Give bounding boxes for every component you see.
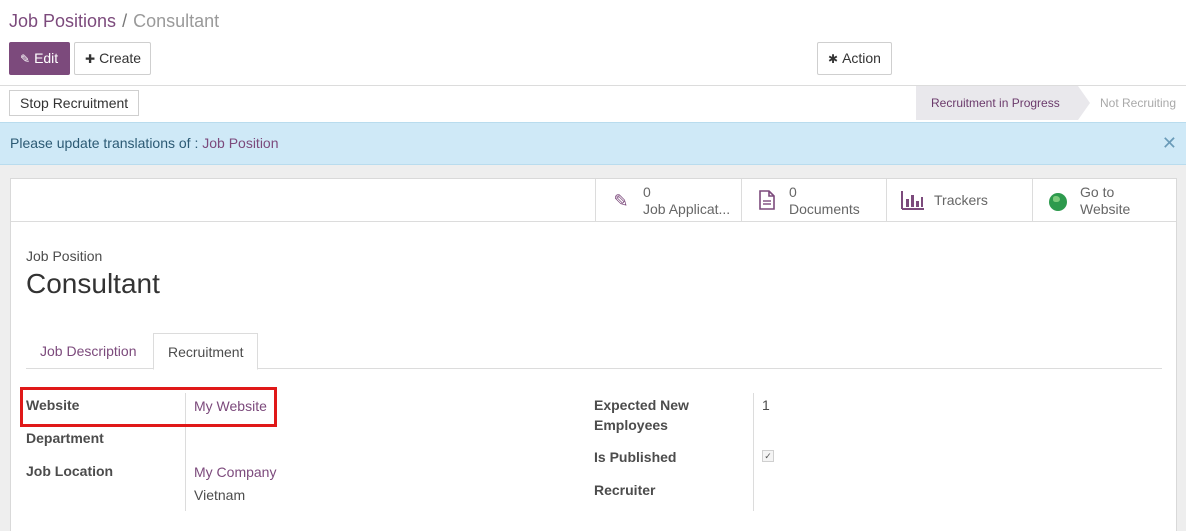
- expected-employees-label: Expected New Employees: [594, 395, 689, 435]
- website-label: Website: [1080, 201, 1131, 217]
- right-column-divider: [753, 393, 754, 511]
- notice-text: Please update translations of :: [10, 135, 199, 151]
- job-location-country: Vietnam: [194, 487, 246, 503]
- close-icon[interactable]: ✕: [1162, 123, 1177, 164]
- expected-employees-label-line2: Employees: [594, 417, 668, 433]
- action-label: Action: [842, 50, 881, 66]
- job-applications-label: Job Applicat...: [643, 201, 731, 217]
- job-location-company[interactable]: My Company: [194, 462, 276, 482]
- is-published-checkbox[interactable]: ✓: [762, 450, 774, 462]
- job-applications-button[interactable]: ✎ 0 Job Applicat...: [595, 179, 741, 222]
- breadcrumb-job-positions[interactable]: Job Positions: [9, 11, 116, 31]
- job-applications-count: 0: [643, 184, 651, 200]
- translation-notice: Please update translations of : Job Posi…: [0, 122, 1186, 165]
- edit-button[interactable]: ✎ Edit: [9, 42, 70, 75]
- expected-employees-value: 1: [762, 397, 770, 413]
- documents-count: 0: [789, 184, 797, 200]
- documents-text: 0 Documents: [789, 184, 860, 218]
- pencil-icon: ✎: [20, 52, 31, 66]
- job-position-label: Job Position: [26, 248, 103, 264]
- tab-recruitment[interactable]: Recruitment: [153, 333, 259, 370]
- breadcrumb-separator: /: [122, 11, 128, 31]
- is-published-label: Is Published: [594, 449, 677, 465]
- go-to-label: Go to: [1080, 184, 1115, 200]
- stage-not-recruiting[interactable]: Not Recruiting: [1100, 86, 1176, 120]
- department-field-label: Department: [26, 430, 104, 446]
- bar-chart-icon: [901, 190, 924, 212]
- globe-icon: [1047, 190, 1069, 212]
- action-button[interactable]: ✱ Action: [817, 42, 892, 75]
- document-icon: [756, 190, 778, 212]
- website-highlight-box: [20, 387, 277, 427]
- create-button[interactable]: ✚ Create: [74, 42, 151, 75]
- expected-employees-label-line1: Expected New: [594, 397, 689, 413]
- stage-recruitment-in-progress[interactable]: Recruitment in Progress: [916, 86, 1078, 120]
- notice-link-job-position[interactable]: Job Position: [202, 135, 278, 151]
- notebook-tabs: Job Description Recruitment: [26, 333, 1162, 370]
- job-location-field-label: Job Location: [26, 463, 114, 479]
- documents-button[interactable]: 0 Documents: [741, 179, 886, 222]
- go-to-website-button[interactable]: Go to Website: [1032, 179, 1176, 222]
- tab-job-description[interactable]: Job Description: [26, 333, 151, 369]
- gear-icon: ✱: [828, 52, 839, 66]
- go-to-website-text: Go to Website: [1080, 184, 1130, 218]
- page-title: Consultant: [26, 268, 160, 299]
- breadcrumb: Job Positions / Consultant: [9, 10, 219, 32]
- recruiter-label: Recruiter: [594, 482, 656, 498]
- stop-recruitment-button[interactable]: Stop Recruitment: [9, 90, 140, 116]
- pencil-icon: ✎: [613, 191, 629, 211]
- edit-label: Edit: [34, 50, 59, 66]
- plus-icon: ✚: [85, 52, 96, 66]
- trackers-button[interactable]: Trackers: [886, 179, 1032, 222]
- documents-label: Documents: [789, 201, 860, 217]
- job-applications-text: 0 Job Applicat...: [643, 184, 730, 218]
- smart-buttons: ✎ 0 Job Applicat... 0 Documents Trackers: [11, 179, 1176, 222]
- breadcrumb-current: Consultant: [133, 11, 220, 31]
- trackers-label: Trackers: [934, 192, 988, 208]
- create-label: Create: [99, 50, 142, 66]
- stage-arrow: [1078, 86, 1090, 120]
